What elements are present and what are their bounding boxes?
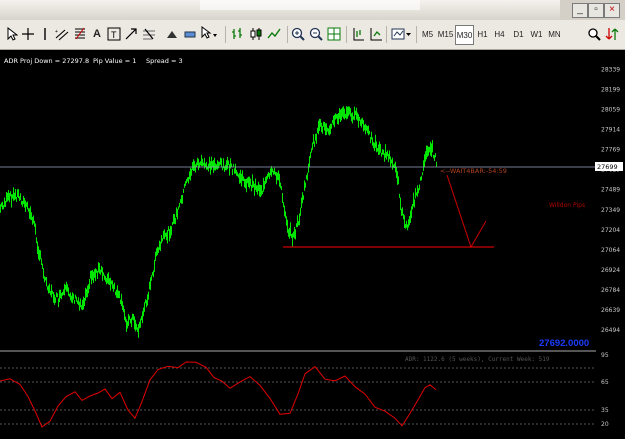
indicator-scale-label: 65 [601,379,609,386]
title-strip: _ ▫ × [0,0,625,20]
timeframe-mn-button[interactable]: MN [546,25,563,43]
rectangle-icon[interactable] [164,25,180,43]
candle-bars [0,106,437,338]
zoom-out-icon[interactable] [308,25,324,43]
restore-button[interactable]: ▫ [588,3,604,18]
price-scale-label: 27914 [601,127,620,134]
timeframe-m30-button[interactable]: M30 [455,25,474,45]
price-scale-label: 27204 [601,227,620,234]
wait-bar-label: <--WAIT4BAR:-54:59 [440,167,507,175]
minimize-button[interactable]: _ [572,3,588,18]
timeframe-d1-button[interactable]: D1 [510,25,527,43]
price-scale-label: 27489 [601,187,620,194]
text-tool-icon[interactable]: A [89,25,105,43]
line-chart-icon[interactable] [266,25,282,43]
vertical-line-icon[interactable] [37,25,53,43]
price-scale-label: 28339 [601,67,620,74]
timeframe-w1-button[interactable]: W1 [528,25,545,43]
projection-arrow [446,174,487,249]
price-scale-label: 27769 [601,147,620,154]
timeframe-h4-button[interactable]: H4 [491,25,508,43]
browser-tab-strip [0,0,560,20]
auto-scroll-icon[interactable] [368,25,384,43]
chart-shift-icon[interactable] [350,25,366,43]
tile-windows-icon[interactable] [326,25,342,43]
fibonacci-icon[interactable] [72,25,88,43]
timeframe-m15-button[interactable]: M15 [437,25,454,43]
svg-text:+: + [55,29,58,35]
price-scale-label: 28059 [601,107,620,114]
price-scale: 2833928199280592791427769276292748927349… [601,67,620,335]
equidistant-channel-icon[interactable]: + [54,25,70,43]
price-scale-label: 26784 [601,287,620,294]
crosshair-icon[interactable] [20,25,36,43]
templates-dropdown-icon[interactable] [390,25,414,43]
candlestick-icon[interactable] [248,25,264,43]
indicator-scale-label: 95 [601,352,609,359]
lines-menu-icon[interactable] [141,25,157,43]
price-candles [0,106,437,338]
indicator-scale-label: 20 [601,421,609,428]
shapes-menu-icon[interactable] [182,25,198,43]
price-scale-label: 28199 [601,87,620,94]
bar-chart-icon[interactable] [229,25,245,43]
timeframe-h1-button[interactable]: H1 [474,25,491,43]
indicator-scale-label: 35 [601,407,609,414]
price-scale-label: 26924 [601,267,620,274]
arrows-icon[interactable] [123,25,139,43]
current-price-label: 27699 [597,163,618,171]
close-button[interactable]: × [604,3,620,18]
price-chart[interactable]: <--WAIT4BAR:-54:59 Willdon Pips 28339 281… [0,50,625,439]
zoom-in-icon[interactable] [290,25,306,43]
pointer-dropdown-icon[interactable] [199,25,221,43]
price-scale-label: 27064 [601,247,620,254]
price-scale-label: 26494 [601,327,620,334]
indicator-line [0,361,437,428]
indicator-scale: 95 65 35 20 [601,352,609,428]
cursor-icon[interactable] [4,25,20,43]
price-scale-label: 27349 [601,207,620,214]
navigation-icon[interactable] [604,25,620,43]
indicator-label: ADR: 1122.6 (5 weeks), Current Week: 519 [405,356,550,363]
big-price-label: 27692.0000 [539,338,590,349]
side-label: Willdon Pips [549,202,585,209]
timeframe-m5-button[interactable]: M5 [419,25,436,43]
chart-toolbar: + A T M5 M15 M30 H1 H4 D1 W1 MN [0,20,625,50]
search-icon[interactable] [586,25,602,43]
text-label-icon[interactable]: T [106,25,122,43]
svg-text:T: T [111,30,117,40]
price-scale-label: 26639 [601,307,620,314]
